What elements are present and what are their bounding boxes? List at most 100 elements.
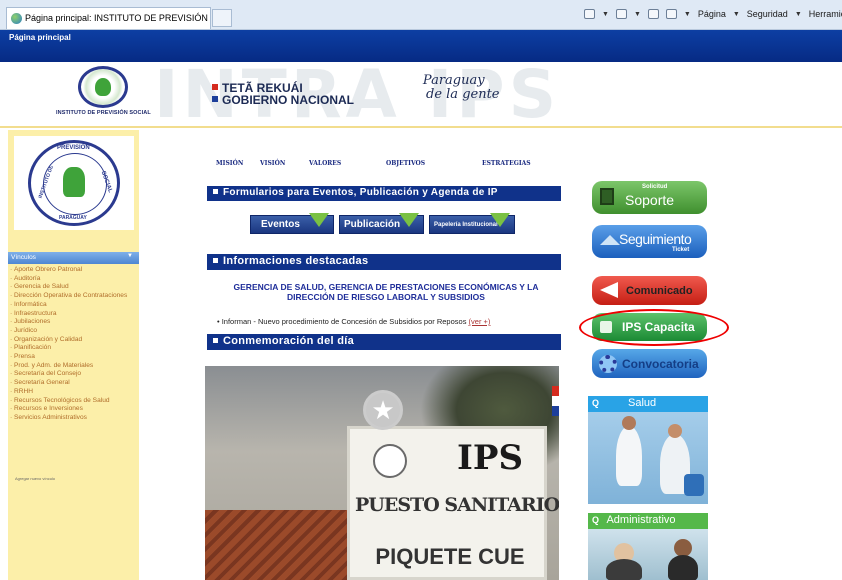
- slogan-logo: Paraguay de la gente: [408, 74, 500, 102]
- salud-image: [588, 412, 708, 504]
- doctor-figure: [616, 426, 642, 486]
- sidebar-link[interactable]: Secretaría General: [10, 379, 138, 388]
- sidebar-link[interactable]: Gerencia de Salud: [10, 283, 138, 292]
- main-content: MISIÓN VISIÓN VALORES OBJETIVOS ESTRATEG…: [200, 130, 565, 580]
- government-logo: TETÃ REKUÁI GOBIERNO NACIONAL: [212, 82, 354, 106]
- salud-panel[interactable]: Q Salud: [588, 396, 708, 504]
- menu-tools[interactable]: Herramientas: [809, 9, 842, 19]
- sidebar: PREVISIÓN INSTITUTO DE SOCIAL PARAGUAY V…: [8, 130, 139, 580]
- home-icon[interactable]: [584, 9, 595, 19]
- patient-head: [668, 424, 682, 438]
- seal-top-text: PREVISIÓN: [57, 145, 90, 151]
- convocatoria-label: Convocatoria: [622, 357, 699, 371]
- convocatoria-button[interactable]: Convocatoria: [592, 349, 707, 378]
- sidebar-link[interactable]: Jurídico: [10, 327, 138, 336]
- feeds-icon[interactable]: [615, 9, 627, 19]
- sidebar-link[interactable]: Jubilaciones: [10, 318, 138, 327]
- chart-arrow-icon: [600, 235, 620, 245]
- tab-title: Página principal: INSTITUTO DE PREVISIÓN…: [25, 13, 210, 23]
- sidebar-link[interactable]: Organización y Calidad: [10, 336, 138, 345]
- browser-tab[interactable]: Página principal: INSTITUTO DE PREVISIÓN…: [6, 7, 211, 29]
- comunicado-label: Comunicado: [626, 285, 693, 297]
- highlight-headline[interactable]: GERENCIA DE SALUD, GERENCIA DE PRESTACIO…: [216, 282, 556, 302]
- salud-header: Q Salud: [588, 396, 708, 412]
- administrativo-label: Administrativo: [606, 514, 676, 526]
- menu-page[interactable]: Página: [698, 9, 726, 19]
- site-favicon-icon: [11, 13, 22, 24]
- doctor-head: [622, 416, 636, 430]
- nav-valores[interactable]: VALORES: [309, 160, 341, 167]
- comunicado-button[interactable]: Comunicado: [592, 276, 707, 305]
- sidebar-link[interactable]: Prod. y Adm. de Materiales: [10, 362, 138, 371]
- sidebar-link[interactable]: Auditoría: [10, 275, 138, 284]
- eventos-button[interactable]: Eventos: [250, 213, 334, 234]
- sidebar-link[interactable]: Recursos e Inversiones: [10, 405, 138, 414]
- blue-square-icon: [212, 96, 218, 102]
- sidebar-link[interactable]: Servicios Administrativos: [10, 414, 138, 423]
- slogan-line2: de la gente: [426, 87, 500, 102]
- highlight-bullet: • Informan - Nuevo procedimiento de Conc…: [217, 317, 491, 326]
- sidebar-link[interactable]: Aporte Obrero Patronal: [10, 266, 138, 275]
- sidebar-link[interactable]: Recursos Tecnológicos de Salud: [10, 397, 138, 406]
- administrativo-image: [588, 529, 708, 580]
- links-header[interactable]: Vínculos ▼: [8, 252, 139, 264]
- seguimiento-button[interactable]: Seguimiento Ticket: [592, 225, 707, 258]
- administrativo-header: Q Administrativo: [588, 513, 708, 529]
- command-bar: ▼ ▼ ▼ Página▼ Seguridad▼ Herramientas▼: [584, 9, 842, 19]
- ips-logo[interactable]: [78, 66, 128, 108]
- print-icon[interactable]: [665, 9, 677, 19]
- sidebar-link[interactable]: Infraestructura: [10, 310, 138, 319]
- photo-sign-line2: PIQUETE CUE: [375, 544, 525, 569]
- person-body: [668, 555, 698, 580]
- soporte-label: Soporte: [625, 192, 675, 208]
- page-root: Página principal: INSTITUTO DE PREVISIÓN…: [0, 0, 842, 580]
- highlights-title-text: Informaciones destacadas: [223, 255, 369, 267]
- new-tab-button[interactable]: [212, 9, 232, 27]
- forms-section-title: Formularios para Eventos, Publicación y …: [207, 186, 561, 201]
- sidebar-link[interactable]: Secretaría del Consejo: [10, 370, 138, 379]
- administrativo-panel[interactable]: Q Administrativo: [588, 513, 708, 580]
- search-icon: Q: [592, 398, 600, 408]
- papeleria-label: Papelería Institucional: [434, 222, 498, 228]
- download-arrow-icon: [309, 213, 329, 227]
- seguimiento-small-label: Ticket: [672, 247, 690, 253]
- sidebar-link[interactable]: RRHH: [10, 388, 138, 397]
- nav-estrategias[interactable]: ESTRATEGIAS: [482, 160, 531, 167]
- chevron-down-icon[interactable]: ▼: [127, 253, 133, 259]
- seal-right-text: SOCIAL: [99, 170, 114, 194]
- red-square-icon: [212, 84, 218, 90]
- publicacion-label: Publicación: [344, 219, 401, 230]
- photo-sign-line1: PUESTO SANITARIO: [355, 494, 559, 516]
- download-arrow-icon: [399, 213, 419, 227]
- soporte-button[interactable]: Solicitud Soporte: [592, 181, 707, 214]
- sidebar-link[interactable]: Dirección Operativa de Contrataciones: [10, 292, 138, 301]
- patient-chair: [684, 474, 704, 496]
- gear-icon: [599, 355, 617, 373]
- nav-vision[interactable]: VISIÓN: [260, 160, 285, 167]
- mail-icon[interactable]: [647, 9, 659, 19]
- forms-title-text: Formularios para Eventos, Publicación y …: [223, 187, 498, 198]
- slogan-line1: Paraguay: [422, 73, 485, 88]
- papeleria-button[interactable]: Papelería Institucional: [429, 213, 515, 234]
- publicacion-button[interactable]: Publicación: [339, 213, 424, 234]
- seal-bottom-text: PARAGUAY: [59, 215, 87, 221]
- commemoration-photo[interactable]: ★ IPS PUESTO SANITARIO PIQUETE CUE: [205, 366, 559, 580]
- search-icon: Q: [592, 515, 600, 525]
- sidebar-link[interactable]: Planificación: [10, 344, 138, 353]
- download-arrow-icon: [490, 213, 510, 227]
- nav-objetivos[interactable]: OBJETIVOS: [386, 160, 425, 167]
- ver-mas-link[interactable]: (ver +): [469, 317, 491, 326]
- photo-ips-text: IPS: [457, 438, 524, 478]
- sidebar-link[interactable]: Informática: [10, 301, 138, 310]
- browser-tab-bar: Página principal: INSTITUTO DE PREVISIÓN…: [0, 0, 842, 30]
- roof-tiles: [205, 510, 355, 580]
- sidebar-link[interactable]: Prensa: [10, 353, 138, 362]
- megaphone-icon: [600, 282, 618, 298]
- gov-line2: GOBIERNO NACIONAL: [222, 93, 354, 107]
- nav-mision[interactable]: MISIÓN: [216, 160, 243, 167]
- menu-security[interactable]: Seguridad: [747, 9, 788, 19]
- links-list: Aporte Obrero Patronal Auditoría Gerenci…: [10, 266, 138, 423]
- commemoration-title: Conmemoración del día: [207, 334, 561, 350]
- salud-label: Salud: [628, 397, 657, 409]
- add-link[interactable]: Agregar nuevo vínculo: [15, 476, 55, 481]
